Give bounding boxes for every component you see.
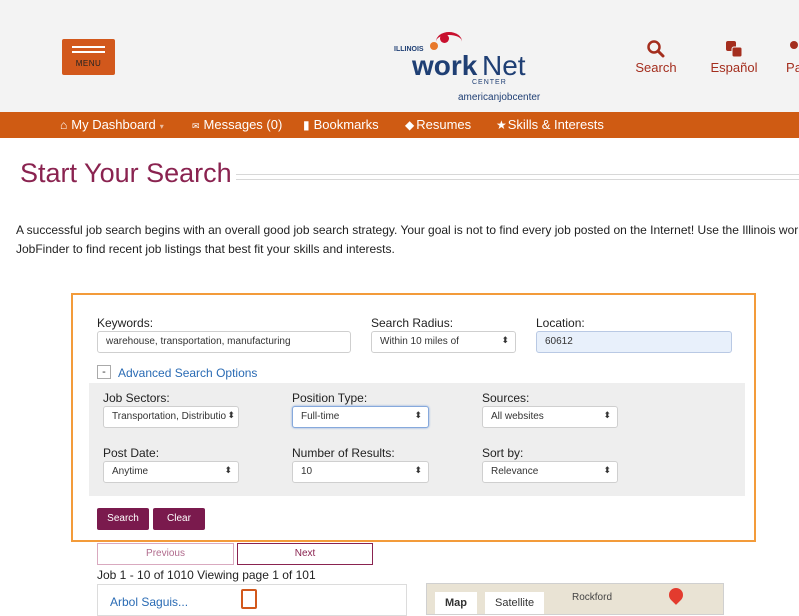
clear-button[interactable]: Clear [153,508,205,530]
nav-messages[interactable]: ✉ Messages (0) [192,117,282,132]
job-sectors-select[interactable]: Transportation, Distributio ⬍ [103,406,239,428]
job-sectors-label: Job Sectors: [103,391,170,405]
location-input[interactable]: 60612 [536,331,732,353]
nav-skills-interests[interactable]: ★Skills & Interests [496,117,604,132]
select-arrows-icon: ⬍ [603,465,611,475]
sort-by-label: Sort by: [482,446,524,460]
results-map[interactable]: Map Satellite Rockford [426,583,724,615]
position-type-label: Position Type: [292,391,368,405]
header-profile-label: Pa [786,60,799,75]
advanced-search-options-link[interactable]: Advanced Search Options [118,366,257,380]
number-of-results-select[interactable]: 10 ⬍ [292,461,429,483]
select-arrows-icon: ⬍ [227,410,235,420]
diamond-icon: ◆ [405,118,415,132]
menu-button[interactable]: MENU [62,39,115,75]
search-radius-label: Search Radius: [371,316,454,330]
search-radius-select[interactable]: Within 10 miles of ⬍ [371,331,516,353]
header-search-label: Search [635,60,677,75]
logo-center-text: CENTER [472,79,507,86]
nav-my-dashboard[interactable]: ⌂ My Dashboard ▾ [60,117,164,132]
select-arrows-icon: ⬍ [224,465,232,475]
nav-resumes[interactable]: ◆ Resumes [405,117,471,132]
translate-icon [726,41,743,58]
sort-by-select[interactable]: Relevance ⬍ [482,461,618,483]
nav-bookmarks[interactable]: ▮ Bookmarks [303,117,379,132]
menu-label: MENU [75,59,102,68]
illinois-worknet-logo[interactable]: ILLINOIS work Net CENTER americanjobcent… [390,30,570,110]
keywords-input[interactable]: warehouse, transportation, manufacturing [97,331,351,353]
select-arrows-icon: ⬍ [603,410,611,420]
chevron-down-icon: ▾ [159,122,164,131]
sources-label: Sources: [482,391,530,405]
home-icon: ⌂ [60,118,68,132]
select-arrows-icon: ⬍ [501,335,509,345]
hamburger-icon [72,46,105,56]
position-type-select[interactable]: Full-time ⬍ [292,406,429,428]
map-tab-satellite[interactable]: Satellite [485,592,545,614]
star-icon: ★ [496,118,507,132]
map-tab-map[interactable]: Map [435,592,477,614]
header-search-link[interactable]: Search [634,40,678,75]
document-icon [241,589,257,609]
logo-ajc-text: americanjobcenter [458,92,541,103]
result-title[interactable]: Arbol Saguis... [110,595,188,609]
results-count: Job 1 - 10 of 1010 Viewing page 1 of 101 [97,568,316,582]
logo-work-text: work [412,50,478,81]
search-icon [647,40,665,58]
keywords-label: Keywords: [97,316,154,330]
select-arrows-icon: ⬍ [414,410,422,420]
intro-text: A successful job search begins with an o… [16,223,799,256]
header-espanol-label: Español [710,60,758,75]
number-of-results-label: Number of Results: [292,446,395,460]
profile-icon [790,41,798,49]
location-label: Location: [536,316,585,330]
advanced-options-toggle[interactable]: - [97,365,111,379]
map-place-label: Rockford [572,592,613,603]
previous-page-button[interactable]: Previous [97,543,234,565]
header-profile-link[interactable]: Pa [784,40,799,75]
page-title: Start Your Search [20,158,232,188]
next-page-button[interactable]: Next [237,543,373,565]
result-card[interactable]: Arbol Saguis... [97,584,407,616]
select-arrows-icon: ⬍ [414,465,422,475]
bookmark-icon: ▮ [303,118,310,132]
search-button[interactable]: Search [97,508,149,530]
header-espanol-link[interactable]: Español [708,40,760,75]
post-date-label: Post Date: [103,446,160,460]
sources-select[interactable]: All websites ⬍ [482,406,618,428]
title-divider [236,174,799,180]
post-date-select[interactable]: Anytime ⬍ [103,461,239,483]
logo-net-text: Net [482,50,526,81]
mail-icon: ✉ [192,121,200,131]
